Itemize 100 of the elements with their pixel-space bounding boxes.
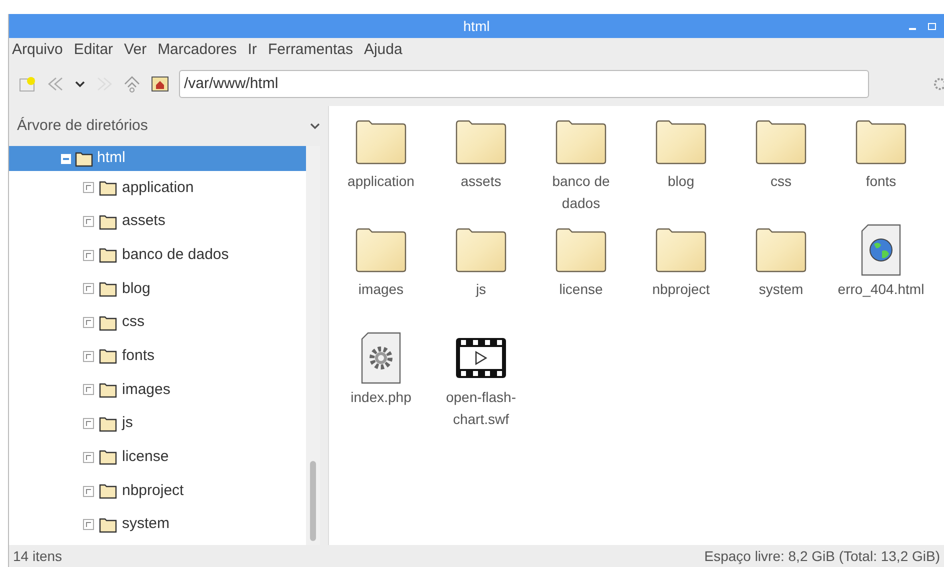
file-name: fonts	[864, 172, 898, 191]
folder-icon	[99, 247, 117, 264]
folder-icon	[99, 449, 117, 466]
folder-icon	[655, 119, 707, 165]
file-name: license	[558, 280, 604, 299]
tree-label: system	[122, 514, 170, 534]
file-item[interactable]: erro_404.html	[831, 222, 931, 330]
expand-icon[interactable]	[83, 350, 94, 362]
folder-icon	[99, 280, 117, 297]
file-name: banco de dados	[551, 172, 611, 213]
maximize-icon[interactable]	[928, 22, 936, 30]
expand-icon[interactable]	[83, 486, 94, 497]
file-item[interactable]: license	[531, 222, 631, 330]
file-item[interactable]: js	[431, 222, 531, 330]
tree-item[interactable]: css	[9, 306, 306, 340]
expand-icon[interactable]	[83, 182, 94, 194]
file-item[interactable]: application	[331, 114, 431, 222]
expand-icon[interactable]	[83, 216, 94, 228]
tree-label: blog	[122, 278, 150, 299]
menu-item[interactable]: Ajuda	[364, 38, 402, 62]
address-field[interactable]: /var/www/html	[179, 70, 869, 98]
tree-label: images	[122, 380, 170, 400]
file-name: css	[770, 172, 792, 191]
folder-icon	[455, 227, 507, 273]
file-name: js	[474, 280, 488, 299]
file-item[interactable]: system	[731, 222, 831, 330]
tree-item[interactable]: banco de dados	[9, 238, 306, 272]
expand-icon[interactable]	[83, 250, 94, 261]
file-item[interactable]: fonts	[831, 114, 931, 222]
chevron-down-icon[interactable]	[310, 122, 320, 130]
gear-document-icon	[360, 332, 402, 384]
menu-item[interactable]: Ir	[248, 38, 257, 62]
file-name: open-flash-chart.swf	[444, 388, 518, 429]
folder-icon	[75, 150, 93, 166]
new-tab-icon[interactable]	[19, 76, 37, 92]
folder-icon	[99, 214, 117, 230]
folder-icon	[99, 516, 117, 533]
tree-item[interactable]: assets	[9, 204, 306, 238]
folder-icon	[755, 227, 807, 273]
file-item[interactable]: blog	[631, 114, 731, 222]
expand-icon[interactable]	[83, 317, 94, 328]
menu-item[interactable]: Editar	[74, 38, 114, 62]
folder-icon	[99, 483, 117, 500]
file-item[interactable]: assets	[431, 114, 531, 222]
expand-icon[interactable]	[83, 384, 94, 396]
window-title: html	[463, 16, 490, 36]
file-name: blog	[666, 172, 696, 191]
tree-label: license	[122, 447, 169, 468]
file-name: system	[758, 280, 804, 299]
item-count: 14 itens	[13, 546, 62, 566]
file-item[interactable]: nbproject	[631, 222, 731, 330]
folder-icon	[99, 382, 117, 398]
tree-item[interactable]: nbproject	[9, 474, 306, 508]
file-item[interactable]: css	[731, 114, 831, 222]
file-name: index.php	[350, 388, 412, 407]
folder-icon	[555, 119, 607, 165]
chevron-down-icon[interactable]	[75, 80, 85, 88]
expand-icon[interactable]	[83, 519, 94, 530]
expand-icon[interactable]	[83, 418, 94, 430]
tree-item[interactable]: license	[9, 440, 306, 474]
home-icon[interactable]	[151, 76, 169, 92]
folder-icon	[355, 227, 407, 273]
folder-icon	[455, 119, 507, 165]
menu-item[interactable]: Ver	[124, 38, 147, 62]
back-icon[interactable]	[47, 76, 65, 92]
tree-item[interactable]: js	[9, 406, 306, 440]
folder-icon	[99, 348, 117, 364]
file-item[interactable]: banco de dados	[531, 114, 631, 222]
tree-item[interactable]: blog	[9, 272, 306, 306]
file-item[interactable]: images	[331, 222, 431, 330]
free-space: Espaço livre: 8,2 GiB (Total: 13,2 GiB)	[704, 546, 940, 566]
tree-label: assets	[122, 211, 166, 232]
menu-item[interactable]: Marcadores	[158, 38, 237, 62]
file-name: images	[357, 280, 405, 299]
up-arrow-icon[interactable]	[123, 75, 141, 93]
sidebar-title: Árvore de diretórios	[17, 116, 148, 136]
tree-item[interactable]: images	[9, 373, 306, 407]
address-input[interactable]: /var/www/html	[184, 72, 864, 96]
tree-item[interactable]: application	[9, 171, 306, 205]
file-name: application	[346, 172, 416, 191]
folder-icon	[99, 416, 117, 432]
tree-label: fonts	[122, 346, 155, 366]
file-name: nbproject	[651, 280, 711, 299]
expand-icon[interactable]	[83, 283, 94, 294]
menu-item[interactable]: Arquivo	[12, 38, 63, 62]
menu-item[interactable]: Ferramentas	[268, 38, 353, 62]
file-item[interactable]: index.php	[331, 330, 431, 438]
collapse-icon[interactable]	[61, 154, 71, 164]
film-strip-icon	[455, 337, 507, 379]
folder-icon	[355, 119, 407, 165]
folder-icon	[99, 314, 117, 331]
expand-icon[interactable]	[83, 452, 94, 463]
tree-item[interactable]: fonts	[9, 339, 306, 374]
tree-label: application	[122, 178, 194, 198]
tree-item[interactable]: system	[9, 508, 306, 542]
folder-icon	[755, 119, 807, 165]
file-name: erro_404.html	[836, 280, 926, 299]
file-item[interactable]: open-flash-chart.swf	[431, 330, 531, 438]
tree-label: banco de dados	[122, 244, 229, 265]
tree-label: html	[97, 148, 126, 168]
